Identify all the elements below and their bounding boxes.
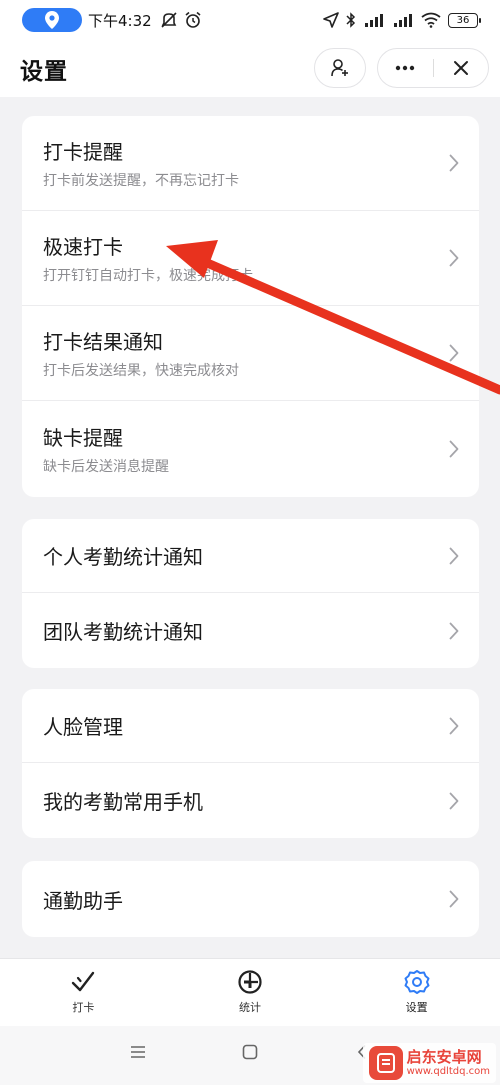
list-item-clock-in-reminder[interactable]: 打卡提醒 打卡前发送提醒，不再忘记打卡 — [22, 116, 479, 211]
commute-card: 通勤助手 — [22, 861, 479, 937]
watermark-logo-icon — [368, 1046, 403, 1080]
page-title: 设置 — [20, 58, 68, 85]
pie-chart-icon — [238, 970, 262, 994]
wifi-icon — [421, 12, 441, 28]
list-item-missed-clock-in[interactable]: 缺卡提醒 缺卡后发送消息提醒 — [22, 401, 479, 497]
header: 设置 — [0, 40, 500, 97]
mute-icon — [161, 12, 177, 28]
chevron-right-icon — [449, 547, 459, 564]
chevron-right-icon — [449, 154, 459, 172]
tab-statistics[interactable]: 统计 — [167, 959, 334, 1026]
bluetooth-icon — [346, 12, 356, 28]
list-item-fast-clock-in[interactable]: 极速打卡 打开钉钉自动打卡，极速完成打卡 — [22, 211, 479, 306]
gear-icon — [404, 970, 430, 994]
list-item-common-phone[interactable]: 我的考勤常用手机 — [22, 763, 479, 838]
alarm-icon — [185, 11, 201, 28]
tab-label: 打卡 — [72, 1001, 95, 1014]
bottom-nav: 打卡 统计 设置 — [0, 958, 500, 1026]
item-description: 打卡后发送结果，快速完成核对 — [43, 363, 239, 379]
location-pin-icon — [45, 11, 59, 29]
item-label: 我的考勤常用手机 — [43, 790, 203, 814]
signal-icon-1 — [365, 14, 383, 27]
header-actions — [377, 48, 489, 88]
status-bar: 下午4:32 36 — [0, 0, 500, 40]
tab-label: 设置 — [405, 1001, 428, 1014]
item-label: 团队考勤统计通知 — [43, 620, 203, 644]
item-label: 人脸管理 — [43, 715, 123, 739]
item-description: 打卡前发送提醒，不再忘记打卡 — [43, 173, 239, 189]
add-person-icon — [331, 59, 348, 77]
tab-clock-in[interactable]: 打卡 — [0, 959, 167, 1026]
item-label: 极速打卡 — [43, 235, 123, 259]
chevron-right-icon — [449, 890, 459, 908]
list-item-clock-in-result[interactable]: 打卡结果通知 打卡后发送结果，快速完成核对 — [22, 306, 479, 401]
location-indicator — [22, 8, 82, 32]
item-label: 个人考勤统计通知 — [43, 545, 203, 569]
list-item-face-management[interactable]: 人脸管理 — [22, 689, 479, 763]
chevron-right-icon — [449, 249, 459, 267]
statistics-notice-card: 个人考勤统计通知 团队考勤统计通知 — [22, 519, 479, 668]
item-description: 缺卡后发送消息提醒 — [43, 459, 169, 475]
device-settings-card: 人脸管理 我的考勤常用手机 — [22, 689, 479, 838]
chevron-right-icon — [449, 717, 459, 734]
list-item-commute-assistant[interactable]: 通勤助手 — [22, 861, 479, 937]
check-icon — [72, 971, 95, 992]
battery-indicator: 36 — [448, 12, 481, 28]
list-item-team-stats[interactable]: 团队考勤统计通知 — [22, 593, 479, 668]
add-contact-button[interactable] — [314, 48, 366, 88]
list-item-personal-stats[interactable]: 个人考勤统计通知 — [22, 519, 479, 593]
more-button[interactable] — [378, 49, 433, 87]
close-button[interactable] — [433, 49, 488, 87]
more-dots-icon — [396, 65, 415, 71]
reminder-settings-card: 打卡提醒 打卡前发送提醒，不再忘记打卡 极速打卡 打开钉钉自动打卡，极速完成打卡… — [22, 116, 479, 497]
chevron-right-icon — [449, 440, 459, 458]
status-time: 下午4:32 — [88, 11, 152, 30]
watermark: 启东安卓网 www.qdltdq.com — [362, 1043, 496, 1083]
menu-icon[interactable] — [130, 1044, 146, 1060]
watermark-url: www.qdltdq.com — [406, 1066, 490, 1077]
item-label: 通勤助手 — [43, 888, 123, 913]
signal-icon-2 — [394, 14, 412, 27]
item-description: 打开钉钉自动打卡，极速完成打卡 — [43, 268, 253, 284]
chevron-right-icon — [449, 792, 459, 809]
battery-level: 36 — [456, 14, 470, 26]
item-label: 打卡结果通知 — [43, 330, 163, 354]
item-label: 缺卡提醒 — [43, 426, 123, 450]
chevron-right-icon — [449, 344, 459, 362]
navigation-icon — [323, 12, 339, 28]
home-icon[interactable] — [242, 1044, 258, 1060]
item-label: 打卡提醒 — [43, 140, 123, 164]
close-icon — [453, 61, 468, 75]
tab-label: 统计 — [239, 1001, 261, 1014]
tab-settings[interactable]: 设置 — [333, 959, 500, 1026]
chevron-right-icon — [449, 622, 459, 639]
watermark-name: 启东安卓网 — [406, 1048, 482, 1066]
